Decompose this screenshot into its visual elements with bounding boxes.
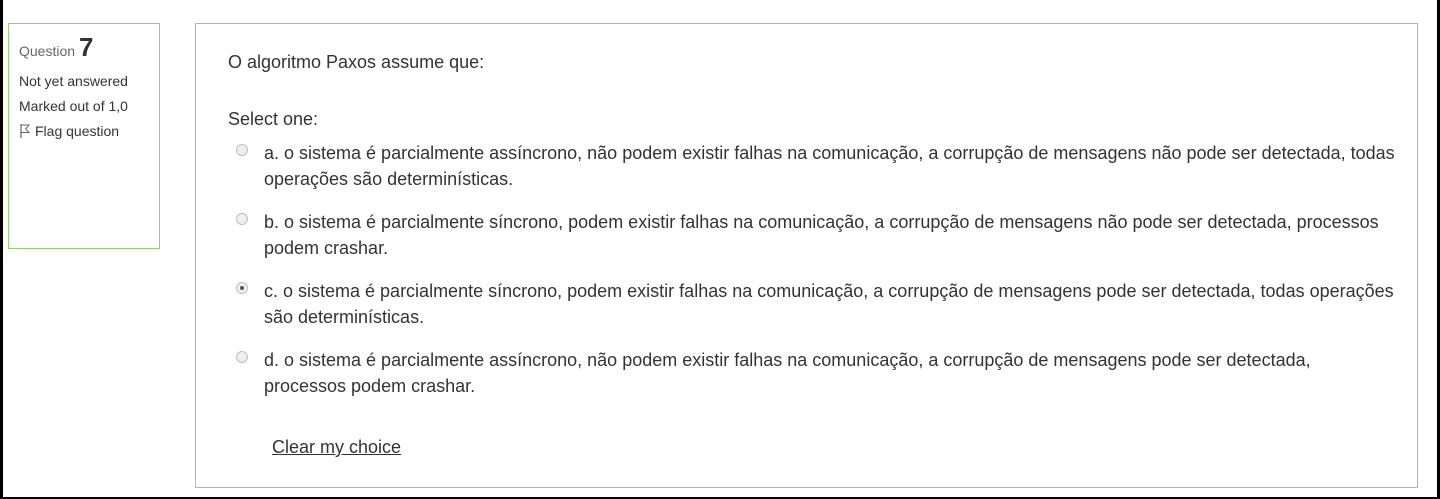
answer-radio-button[interactable] (236, 213, 248, 225)
clear-choice-link[interactable]: Clear my choice (272, 434, 401, 460)
answer-option[interactable]: c. o sistema é parcialmente síncrono, po… (236, 278, 1396, 330)
question-number: 7 (78, 32, 94, 62)
answer-option-label: d. o sistema é parcialmente assíncrono, … (264, 350, 1311, 396)
answer-option[interactable]: a. o sistema é parcialmente assíncrono, … (236, 140, 1396, 192)
answer-radio-button[interactable] (236, 144, 248, 156)
question-label: Question (19, 43, 76, 59)
answer-option[interactable]: b. o sistema é parcialmente síncrono, po… (236, 209, 1396, 261)
answer-option[interactable]: d. o sistema é parcialmente assíncrono, … (236, 347, 1396, 399)
flag-question-button[interactable]: Flag question (19, 122, 149, 141)
answer-options: a. o sistema é parcialmente assíncrono, … (236, 140, 1396, 416)
window-frame-left (0, 0, 3, 499)
question-grade: Marked out of 1,0 (19, 98, 128, 114)
question-text: O algoritmo Paxos assume que: (228, 52, 485, 72)
flag-question-label: Flag question (35, 123, 120, 139)
flag-icon (20, 124, 31, 138)
question-number-row: Question 7 (19, 32, 149, 66)
answer-radio-button[interactable] (236, 282, 248, 294)
answer-option-label: c. o sistema é parcialmente síncrono, po… (264, 281, 1394, 327)
answer-option-label: b. o sistema é parcialmente síncrono, po… (264, 212, 1379, 258)
answer-option-label: a. o sistema é parcialmente assíncrono, … (264, 143, 1395, 189)
question-state: Not yet answered (19, 73, 128, 89)
answer-radio-button[interactable] (236, 351, 248, 363)
select-one-prompt: Select one: (228, 109, 319, 129)
question-content-panel: O algoritmo Paxos assume que: Select one… (195, 23, 1418, 488)
question-info-panel: Question 7 Not yet answered Marked out o… (8, 23, 160, 249)
